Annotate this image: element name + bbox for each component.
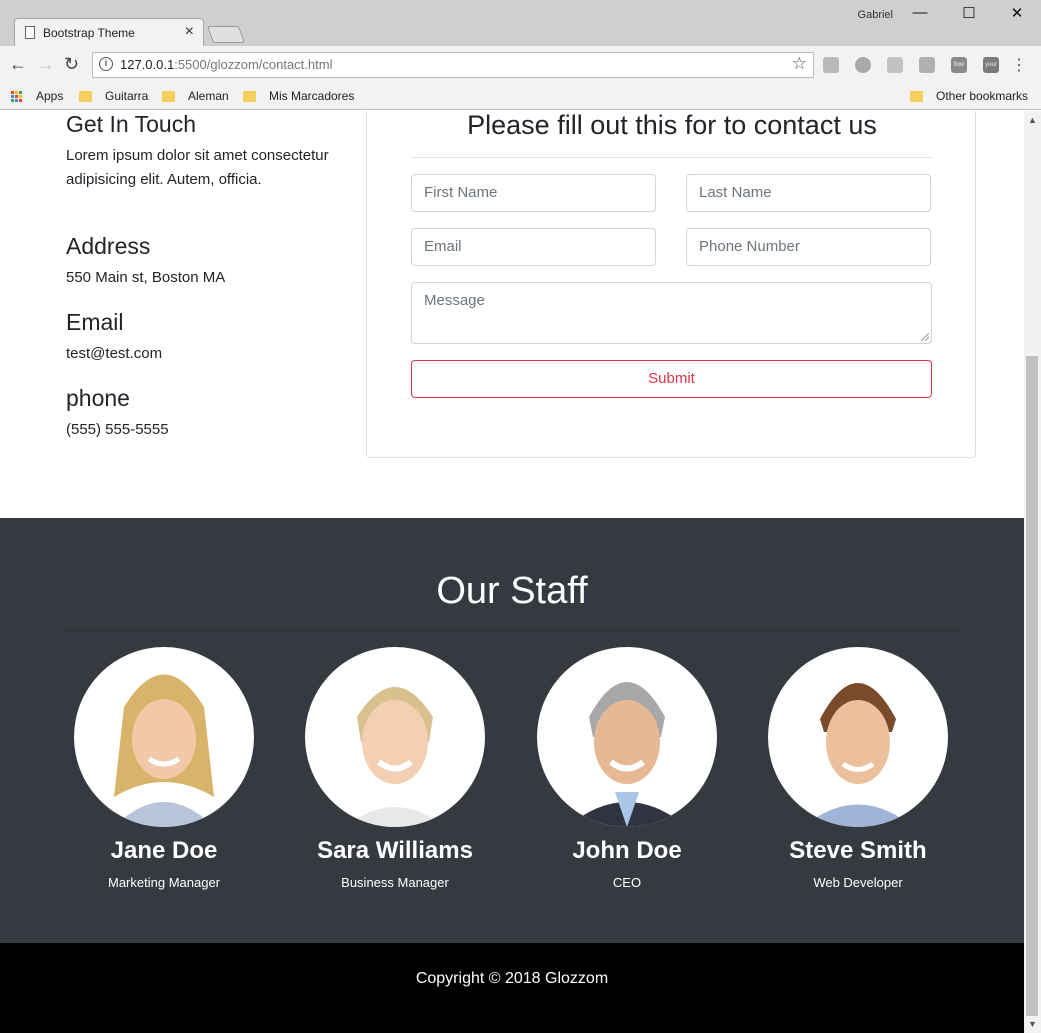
scrollbar-thumb[interactable] <box>1026 356 1038 1016</box>
staff-role: CEO <box>612 875 642 890</box>
tab-title: Bootstrap Theme <box>43 26 135 40</box>
back-icon[interactable]: ← <box>9 54 27 75</box>
bookmark-label: Mis Marcadores <box>269 89 355 103</box>
address-block: Address 550 Main st, Boston MA <box>66 233 336 290</box>
message-placeholder: Message <box>424 292 485 309</box>
address-bar[interactable]: i 127.0.0.1:5500/glozzom/contact.html ☆ <box>92 52 814 78</box>
bookmarks-bar: Apps Guitarra Aleman Mis Marcadores Othe… <box>0 84 1041 110</box>
staff-role: Web Developer <box>813 875 903 890</box>
staff-role: Business Manager <box>341 875 449 890</box>
staff-member-card: Sara Williams Business Manager <box>279 647 511 890</box>
folder-icon <box>910 90 923 102</box>
phone-title: phone <box>66 385 130 411</box>
email-block: Email test@test.com <box>66 309 336 366</box>
folder-icon <box>162 90 175 102</box>
page-icon <box>25 26 35 39</box>
staff-name: Steve Smith <box>789 837 927 864</box>
staff-name: Sara Williams <box>317 837 473 864</box>
bookmark-mis-marcadores[interactable]: Mis Marcadores <box>243 89 354 103</box>
apps-grid-icon <box>11 90 22 102</box>
folder-icon <box>243 90 256 102</box>
extension-cube-icon[interactable] <box>823 57 839 73</box>
get-in-touch-text: Lorem ipsum dolor sit amet consectetur a… <box>66 147 329 188</box>
bookmark-other[interactable]: Other bookmarks <box>910 89 1028 103</box>
extension-pdf-icon[interactable] <box>887 57 903 73</box>
address-title: Address <box>66 233 151 259</box>
message-textarea[interactable]: Message <box>411 282 932 344</box>
extension-flow-icon[interactable]: flow <box>951 57 967 73</box>
info-icon[interactable]: i <box>99 57 113 71</box>
submit-button[interactable]: Submit <box>411 360 932 398</box>
extension-circle-icon[interactable] <box>855 57 871 73</box>
resize-grip-icon[interactable] <box>921 333 929 341</box>
phone-input[interactable]: Phone Number <box>686 228 931 266</box>
folder-icon <box>79 90 92 102</box>
staff-member-card: Jane Doe Marketing Manager <box>48 647 280 890</box>
browser-menu-icon[interactable]: ⋮ <box>1011 55 1027 75</box>
vertical-scrollbar[interactable]: ▲ ▼ <box>1024 111 1041 1033</box>
maximize-icon[interactable]: ☐ <box>954 4 984 22</box>
new-tab-button[interactable] <box>206 26 246 43</box>
contact-form-card: Please fill out this for to contact us F… <box>366 111 976 458</box>
bookmark-label: Apps <box>36 89 64 103</box>
staff-member-card: Steve Smith Web Developer <box>742 647 974 890</box>
staff-section: Our Staff Jane Doe Marketing Manager Sar… <box>0 518 1024 943</box>
page-viewport: Get In Touch Lorem ipsum dolor sit amet … <box>0 111 1024 1033</box>
phone-text: (555) 555-5555 <box>66 421 169 438</box>
forward-icon[interactable]: → <box>37 54 55 75</box>
phone-block: phone (555) 555-5555 <box>66 385 336 442</box>
avatar <box>74 647 254 827</box>
avatar <box>768 647 948 827</box>
tab-close-icon[interactable]: × <box>185 23 194 41</box>
staff-heading: Our Staff <box>436 570 588 612</box>
bookmark-label: Aleman <box>188 89 229 103</box>
footer: Copyright © 2018 Glozzom <box>0 943 1024 1033</box>
profile-name[interactable]: Gabriel <box>858 9 893 21</box>
staff-name: Jane Doe <box>110 837 218 864</box>
get-in-touch-block: Get In Touch Lorem ipsum dolor sit amet … <box>66 111 336 192</box>
staff-role: Marketing Manager <box>108 875 220 890</box>
bookmark-star-icon[interactable]: ☆ <box>792 54 807 74</box>
email-input[interactable]: Email <box>411 228 656 266</box>
email-title: Email <box>66 309 124 335</box>
minimize-icon[interactable]: — <box>905 4 935 21</box>
avatar <box>537 647 717 827</box>
avatar <box>305 647 485 827</box>
scroll-down-icon[interactable]: ▼ <box>1028 1019 1037 1029</box>
bookmark-label: Other bookmarks <box>936 89 1029 103</box>
staff-name: John Doe <box>572 837 682 864</box>
bookmark-apps[interactable]: Apps <box>11 89 63 103</box>
divider <box>411 157 932 158</box>
last-name-input[interactable]: Last Name <box>686 174 931 212</box>
bookmark-aleman[interactable]: Aleman <box>162 89 229 103</box>
staff-member-card: John Doe CEO <box>511 647 743 890</box>
form-heading: Please fill out this for to contact us <box>467 111 877 140</box>
divider <box>66 630 958 631</box>
extension-your-icon[interactable]: your <box>983 57 999 73</box>
email-text: test@test.com <box>66 345 163 362</box>
scroll-up-icon[interactable]: ▲ <box>1028 115 1037 125</box>
browser-titlebar: Bootstrap Theme × Gabriel — ☐ ✕ <box>0 0 1041 46</box>
bookmark-guitarra[interactable]: Guitarra <box>79 89 148 103</box>
close-window-icon[interactable]: ✕ <box>1002 4 1032 22</box>
browser-tab[interactable]: Bootstrap Theme × <box>14 18 204 46</box>
extension-printer-icon[interactable] <box>919 57 935 73</box>
first-name-input[interactable]: First Name <box>411 174 656 212</box>
browser-toolbar: ← → ↻ i 127.0.0.1:5500/glozzom/contact.h… <box>0 46 1041 84</box>
address-text: 550 Main st, Boston MA <box>66 269 226 286</box>
bookmark-label: Guitarra <box>105 89 149 103</box>
get-in-touch-title: Get In Touch <box>66 111 196 137</box>
url-text[interactable]: 127.0.0.1:5500/glozzom/contact.html <box>120 57 332 72</box>
reload-icon[interactable]: ↻ <box>64 54 79 75</box>
copyright-text: Copyright © 2018 Glozzom <box>415 970 609 987</box>
